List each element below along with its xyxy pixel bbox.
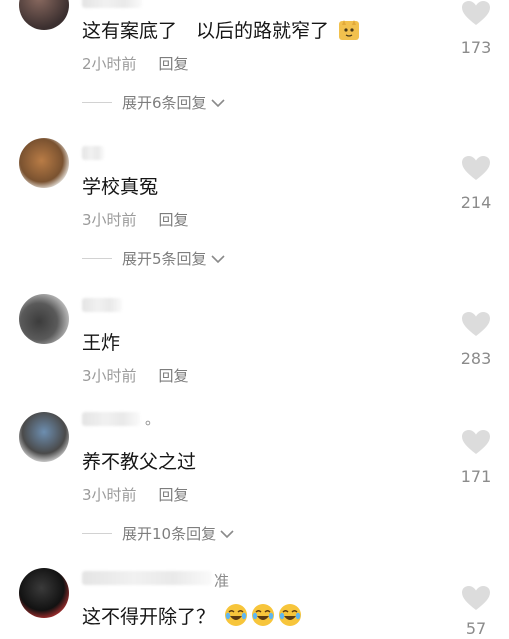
- username-blurred[interactable]: [82, 412, 140, 426]
- comment-text: 这有案底了 以后的路就窄了: [82, 16, 360, 46]
- username-suffix: 准: [214, 572, 230, 590]
- username-suffix: 。: [145, 410, 161, 428]
- like-button[interactable]: 214: [456, 155, 496, 212]
- comment-time: 3小时前: [82, 486, 137, 504]
- comment-text-content: 养不教父之过: [82, 451, 197, 473]
- avatar[interactable]: [19, 0, 69, 30]
- comment-meta: 3小时前 回复: [82, 484, 189, 505]
- laughing-crying-emoji: [224, 603, 248, 632]
- laughing-crying-emoji: [251, 603, 275, 632]
- like-button[interactable]: 171: [456, 429, 496, 486]
- like-count: 214: [460, 193, 492, 212]
- reply-button[interactable]: 回复: [159, 211, 189, 229]
- like-count: 171: [460, 467, 492, 486]
- comment-meta: 3小时前 回复: [82, 365, 189, 386]
- expand-replies-label: 展开6条回复: [122, 94, 207, 112]
- username-blurred[interactable]: [82, 146, 104, 160]
- avatar[interactable]: [19, 294, 69, 344]
- comment-text-content: 这有案底了 以后的路就窄了: [82, 20, 330, 42]
- comment-text: 这不得开除了？: [82, 602, 302, 632]
- heart-icon: [462, 1, 490, 25]
- avatar[interactable]: [19, 412, 69, 462]
- comment-meta: 3小时前 回复: [82, 209, 189, 230]
- expand-replies-label: 展开5条回复: [122, 250, 207, 268]
- comment-time: 2小时前: [82, 55, 137, 73]
- comment-text: 学校真冤: [82, 172, 158, 199]
- heart-icon: [462, 430, 490, 454]
- like-button[interactable]: 173: [456, 0, 496, 57]
- heart-icon: [462, 156, 490, 180]
- expand-replies-label: 展开10条回复: [122, 525, 217, 543]
- reply-button[interactable]: 回复: [159, 367, 189, 385]
- like-count: 173: [460, 38, 492, 57]
- username-blurred[interactable]: [82, 0, 142, 8]
- comment-text-content: 这不得开除了？: [82, 606, 216, 628]
- like-count: 283: [460, 349, 492, 368]
- heart-icon: [462, 586, 490, 610]
- comment-text-content: 学校真冤: [82, 176, 159, 198]
- like-button[interactable]: 283: [456, 311, 496, 368]
- heart-icon: [462, 312, 490, 336]
- username-blurred[interactable]: [82, 571, 212, 585]
- divider-line: [82, 102, 112, 103]
- avatar[interactable]: [19, 568, 69, 618]
- chevron-down-icon: [220, 529, 234, 538]
- chevron-down-icon: [210, 98, 225, 107]
- comment-text-content: 王炸: [82, 332, 121, 354]
- like-button[interactable]: 57: [456, 585, 496, 638]
- reply-button[interactable]: 回复: [159, 55, 189, 73]
- divider-line: [82, 258, 112, 259]
- comment-time: 3小时前: [82, 367, 137, 385]
- username-blurred[interactable]: [82, 298, 122, 312]
- comment-meta: 2小时前 回复: [82, 53, 189, 74]
- chevron-down-icon: [210, 254, 225, 263]
- comment-text: 养不教父之过: [82, 447, 196, 474]
- comment-time: 3小时前: [82, 211, 137, 229]
- avatar[interactable]: [19, 138, 69, 188]
- comment-text: 王炸: [82, 328, 120, 355]
- reply-button[interactable]: 回复: [159, 486, 189, 504]
- laughing-crying-emoji: [278, 603, 302, 632]
- cat-emoji: [338, 19, 360, 46]
- expand-replies-button[interactable]: 展开6条回复: [82, 92, 225, 113]
- expand-replies-button[interactable]: 展开10条回复: [82, 523, 234, 544]
- expand-replies-button[interactable]: 展开5条回复: [82, 248, 225, 269]
- like-count: 57: [465, 619, 487, 638]
- divider-line: [82, 533, 112, 534]
